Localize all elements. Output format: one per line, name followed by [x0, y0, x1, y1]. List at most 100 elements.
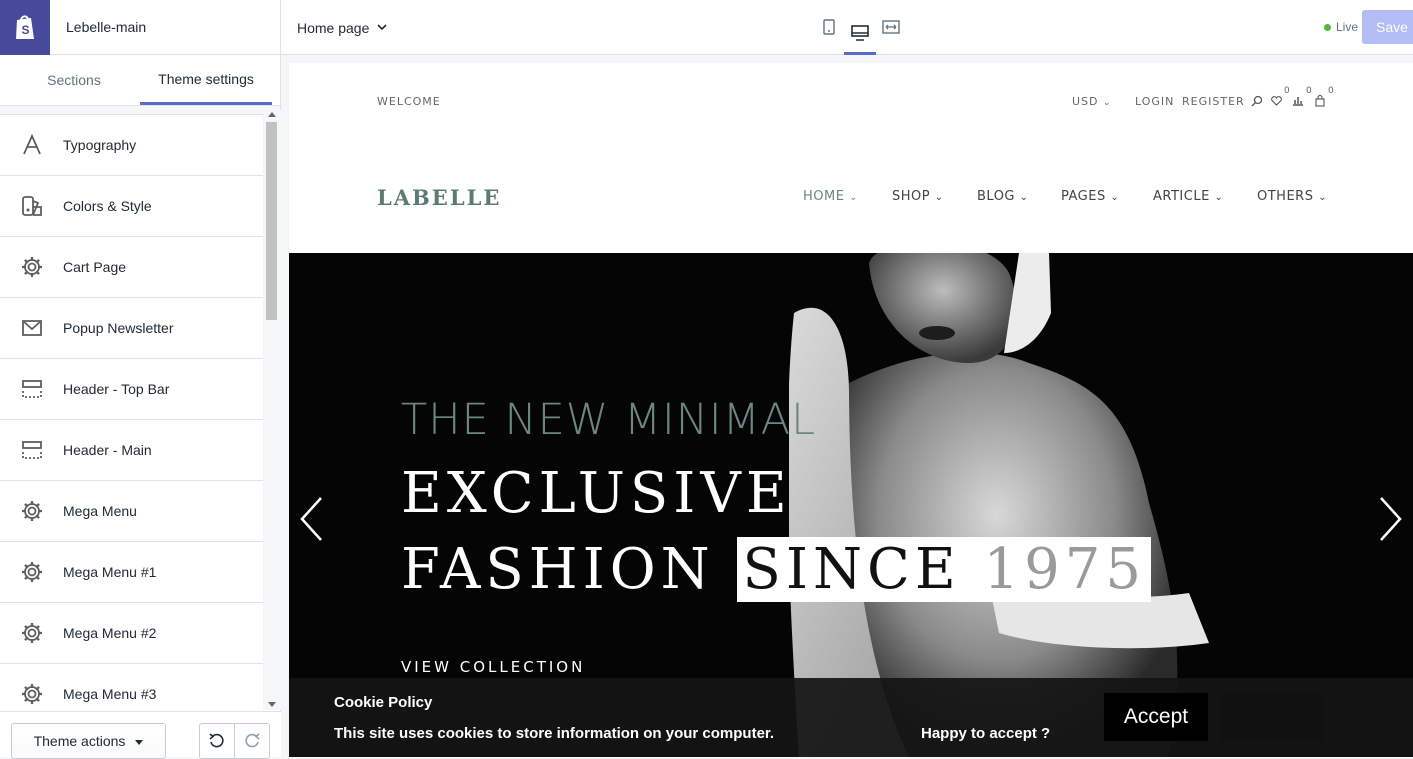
hero-title-highlight: SINCE 1975 — [737, 537, 1152, 602]
nav-label: ARTICLE — [1153, 189, 1210, 204]
redo-button[interactable] — [234, 723, 270, 759]
cart-count: 0 — [1328, 86, 1334, 96]
sidebar-item-header-main[interactable]: Header - Main — [0, 420, 263, 481]
sidebar-header: S Lebelle-main — [0, 0, 280, 55]
sidebar-item-cart-page[interactable]: Cart Page — [0, 237, 263, 298]
currency-selector[interactable]: USD ⌄ — [1072, 95, 1112, 108]
sidebar-item-header-top-bar[interactable]: Header - Top Bar — [0, 359, 263, 420]
gear-icon — [0, 500, 63, 522]
header-layout-icon — [0, 379, 63, 399]
tab-theme-settings[interactable]: Theme settings — [140, 55, 272, 105]
theme-actions-button[interactable]: Theme actions — [11, 723, 166, 759]
storefront-preview: WELCOME USD ⌄ LOGIN REGISTER 0 0 0 LABEL… — [289, 63, 1413, 757]
nav-blog[interactable]: BLOG ⌄ — [977, 189, 1029, 204]
sidebar-item-label: Popup Newsletter — [63, 320, 174, 336]
sidebar-item-colors-style[interactable]: Colors & Style — [0, 176, 263, 237]
fullscreen-view-button[interactable] — [875, 14, 907, 40]
envelope-icon — [0, 319, 63, 337]
editor-topbar: Home page Live Save — [281, 0, 1413, 55]
search-icon[interactable] — [1251, 95, 1263, 107]
save-button[interactable]: Save — [1362, 10, 1413, 44]
sidebar-footer: Theme actions — [0, 711, 281, 759]
theme-editor-sidebar: S Lebelle-main Sections Theme settings T… — [0, 0, 281, 759]
login-link[interactable]: LOGIN — [1135, 95, 1174, 108]
chevron-down-icon: ⌄ — [1110, 192, 1120, 203]
sidebar-item-label: Header - Top Bar — [63, 381, 170, 397]
currency-label: USD — [1072, 95, 1099, 108]
sidebar-item-mega-menu-1[interactable]: Mega Menu #1 — [0, 542, 263, 603]
nav-label: SHOP — [892, 189, 931, 204]
theme-actions-label: Theme actions — [33, 733, 126, 749]
typography-icon — [0, 134, 63, 156]
chevron-down-icon: ⌄ — [1019, 192, 1029, 203]
mobile-view-button[interactable] — [813, 14, 845, 40]
chevron-down-icon: ⌄ — [1103, 98, 1112, 108]
desktop-view-button[interactable] — [844, 14, 876, 55]
live-label: Live — [1336, 20, 1359, 34]
page-selector-label: Home page — [297, 19, 370, 36]
nav-label: HOME — [803, 189, 845, 204]
chevron-right-icon[interactable] — [1379, 496, 1403, 542]
accept-button[interactable]: Accept — [1104, 693, 1208, 741]
hero-title-line-2: FASHION SINCE 1975 — [401, 537, 1152, 602]
sidebar-item-mega-menu-2[interactable]: Mega Menu #2 — [0, 603, 263, 664]
nav-home[interactable]: HOME ⌄ — [803, 189, 858, 204]
hero-title-since: SINCE — [742, 537, 961, 602]
nav-label: BLOG — [977, 189, 1016, 204]
store-name: Lebelle-main — [66, 19, 147, 35]
gear-icon — [0, 561, 63, 583]
nav-article[interactable]: ARTICLE ⌄ — [1153, 189, 1223, 204]
theme-settings-list: Typography Colors & Style Cart Page Popu… — [0, 115, 263, 710]
shopify-logo-icon[interactable]: S — [0, 0, 50, 55]
site-logo[interactable]: LABELLE — [377, 185, 501, 210]
sidebar-item-label: Mega Menu #3 — [63, 686, 157, 702]
sidebar-item-typography[interactable]: Typography — [0, 115, 263, 176]
chevron-down-icon — [377, 24, 387, 31]
gear-icon — [0, 683, 63, 705]
compare-count: 0 — [1306, 86, 1312, 96]
chevron-down-icon: ⌄ — [934, 192, 944, 203]
scroll-down-arrow-icon[interactable] — [268, 702, 276, 707]
sidebar-scrollbar[interactable] — [263, 110, 281, 710]
mobile-icon — [823, 19, 835, 35]
hero-subtitle: THE NEW MINIMAL — [401, 395, 817, 445]
sidebar-item-label: Cart Page — [63, 259, 127, 275]
undo-button[interactable] — [199, 723, 235, 759]
sidebar-item-mega-menu[interactable]: Mega Menu — [0, 481, 263, 542]
register-link[interactable]: REGISTER — [1182, 95, 1245, 108]
nav-others[interactable]: OTHERS ⌄ — [1257, 189, 1327, 204]
undo-icon — [209, 733, 224, 748]
sidebar-item-label: Mega Menu — [63, 503, 137, 519]
scrollbar-thumb[interactable] — [266, 122, 277, 320]
cookie-secondary-button[interactable] — [1221, 693, 1325, 741]
nav-pages[interactable]: PAGES ⌄ — [1061, 189, 1119, 204]
chevron-down-icon: ⌄ — [849, 192, 858, 203]
hero-title-line-1: EXCLUSIVE — [401, 461, 792, 526]
scroll-up-arrow-icon[interactable] — [268, 112, 276, 117]
nav-label: PAGES — [1061, 189, 1106, 204]
sidebar-item-label: Colors & Style — [63, 198, 152, 214]
page-selector[interactable]: Home page — [297, 0, 387, 55]
header-layout-icon — [0, 440, 63, 460]
sidebar-item-label: Mega Menu #1 — [63, 564, 157, 580]
sidebar-item-mega-menu-3[interactable]: Mega Menu #3 — [0, 664, 263, 710]
compare-chart-icon[interactable] — [1292, 95, 1304, 106]
gear-icon — [0, 256, 63, 278]
sidebar-tabs: Sections Theme settings — [0, 55, 280, 105]
tab-sections[interactable]: Sections — [8, 55, 140, 105]
caret-down-icon — [135, 740, 144, 745]
redo-icon — [245, 733, 260, 748]
heart-icon[interactable] — [1271, 96, 1282, 106]
nav-label: OTHERS — [1257, 189, 1314, 204]
sidebar-item-popup-newsletter[interactable]: Popup Newsletter — [0, 298, 263, 359]
chevron-down-icon: ⌄ — [1214, 192, 1224, 203]
sidebar-item-label: Typography — [63, 137, 137, 153]
chevron-left-icon[interactable] — [299, 496, 323, 542]
nav-shop[interactable]: SHOP ⌄ — [892, 189, 944, 204]
hero-title-year: 1975 — [983, 537, 1147, 602]
desktop-icon — [851, 25, 869, 41]
shopping-bag-icon[interactable] — [1315, 95, 1325, 107]
cookie-text: This site uses cookies to store informat… — [334, 725, 775, 742]
view-collection-link[interactable]: VIEW COLLECTION — [401, 658, 585, 676]
sidebar-item-label: Header - Main — [63, 442, 152, 458]
